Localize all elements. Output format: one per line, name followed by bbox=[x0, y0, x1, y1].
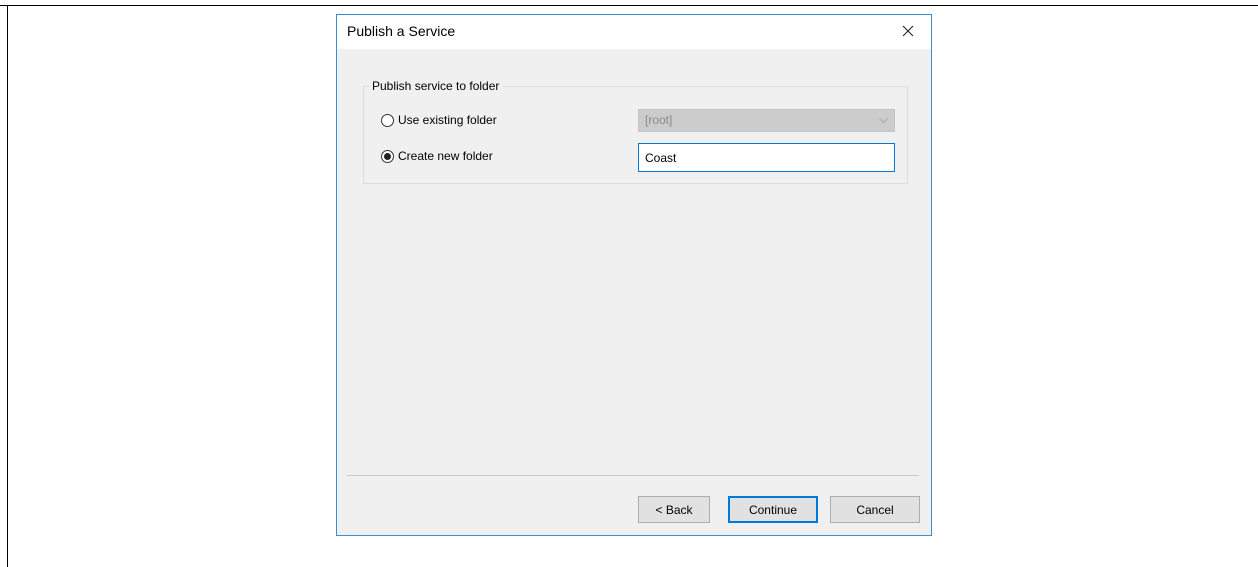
use-existing-folder-radio[interactable] bbox=[381, 113, 394, 127]
cancel-button-label: Cancel bbox=[856, 502, 894, 517]
continue-button[interactable]: Continue bbox=[728, 496, 818, 523]
close-button[interactable] bbox=[885, 15, 931, 47]
groupbox-label: Publish service to folder bbox=[369, 79, 503, 93]
continue-button-label: Continue bbox=[748, 502, 798, 517]
window-frame-top bbox=[0, 5, 1258, 6]
back-button-label: < Back bbox=[655, 502, 693, 517]
create-new-folder-option[interactable]: Create new folder bbox=[381, 149, 493, 163]
use-existing-folder-label: Use existing folder bbox=[398, 113, 497, 127]
back-button[interactable]: < Back bbox=[638, 496, 710, 523]
existing-folder-dropdown[interactable]: [root] bbox=[638, 109, 895, 132]
use-existing-folder-option[interactable]: Use existing folder bbox=[381, 113, 497, 127]
dialog-title: Publish a Service bbox=[347, 23, 456, 39]
existing-folder-value: [root] bbox=[645, 113, 673, 127]
create-new-folder-radio[interactable] bbox=[381, 149, 394, 163]
chevron-down-icon bbox=[879, 110, 888, 131]
cancel-button[interactable]: Cancel bbox=[830, 496, 920, 523]
publish-service-dialog: Publish a Service Publish service to fol… bbox=[336, 14, 932, 536]
close-icon bbox=[902, 25, 914, 37]
dialog-titlebar: Publish a Service bbox=[337, 15, 931, 49]
button-separator bbox=[347, 475, 919, 476]
new-folder-name-input[interactable] bbox=[638, 143, 895, 172]
window-frame-left bbox=[7, 5, 8, 567]
create-new-folder-label: Create new folder bbox=[398, 149, 493, 163]
